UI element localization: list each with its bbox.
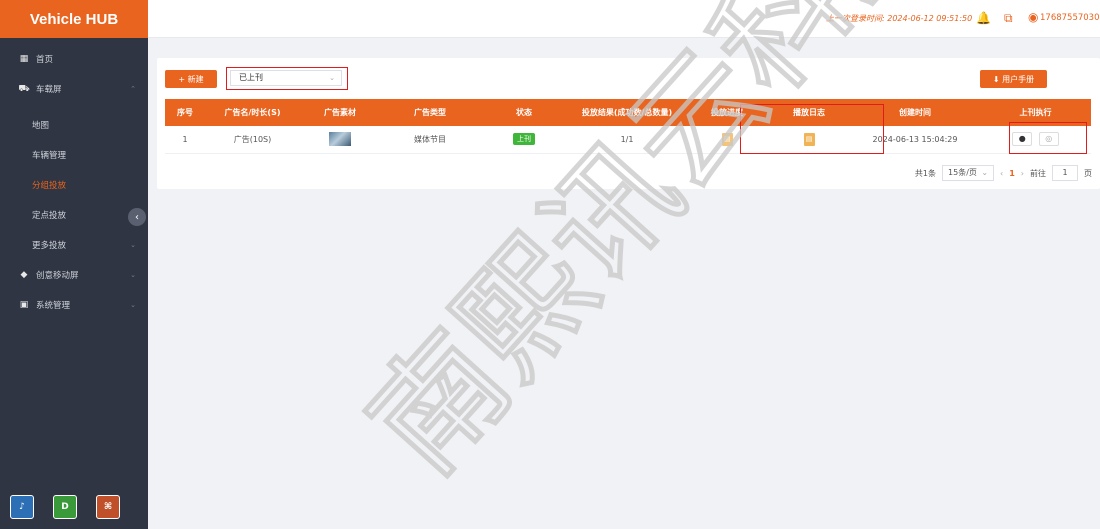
app-icon-1[interactable]: ♪ (10, 495, 34, 519)
status-badge: 上刊 (513, 133, 535, 146)
pagination-total: 共1条 (914, 168, 937, 178)
cell-type: 媒体节目 (380, 126, 480, 154)
current-page[interactable]: 1 (1009, 169, 1015, 178)
col-material: 广告素材 (300, 99, 380, 126)
app-logo[interactable]: Vehicle HUB (0, 0, 148, 38)
user-avatar-icon[interactable]: ◉ (1028, 10, 1038, 24)
user-manual-button[interactable]: ⬇ 用户手册 (980, 70, 1047, 88)
next-page-button[interactable]: › (1021, 169, 1024, 178)
sidebar-item-label: 更多投放 (32, 241, 67, 251)
cell-index: 1 (165, 126, 205, 154)
pagination: 共1条 15条/页 ⌄ ‹ 1 › 前往 1 页 (915, 165, 1092, 181)
sidebar-item-label: 地图 (32, 121, 50, 131)
page-suffix: 页 (1084, 168, 1092, 178)
sidebar-item-group-delivery[interactable]: 分组投放 (0, 170, 148, 200)
car-icon: ⛟ (18, 83, 30, 94)
col-index: 序号 (165, 99, 205, 126)
sidebar-item-label: 创意移动屏 (36, 271, 79, 281)
chevron-down-icon: ⌄ (130, 271, 136, 279)
sidebar-item-more-delivery[interactable]: 更多投放 ⌄ (0, 230, 148, 260)
bottom-app-shortcuts: ♪ D ⌘ (10, 495, 120, 519)
ad-table: 序号 广告名/时长(S) 广告素材 广告类型 状态 投放结果(成功数/总数量) … (165, 99, 1091, 154)
chart-icon[interactable]: ⧉ (1004, 11, 1013, 26)
bell-icon[interactable]: 🔔 (976, 11, 991, 25)
sidebar-item-vehicle-screen[interactable]: ⛟ 车载屏 ⌃ (0, 74, 148, 104)
cell-result: 1/1 (568, 126, 686, 154)
progress-log-highlight (740, 104, 884, 154)
table-header-row: 序号 广告名/时长(S) 广告素材 广告类型 状态 投放结果(成功数/总数量) … (165, 99, 1091, 126)
cell-material (300, 126, 380, 154)
page-size-select[interactable]: 15条/页 ⌄ (942, 165, 995, 181)
sidebar-item-map[interactable]: 地图 (0, 110, 148, 140)
sidebar-nav: ▦ 首页 ⛟ 车载屏 ⌃ 地图 车辆管理 分组投放 定点投放 更多投放 ⌄ ◆ … (0, 38, 148, 320)
sidebar: Vehicle HUB ▦ 首页 ⛟ 车载屏 ⌃ 地图 车辆管理 分组投放 定点… (0, 0, 148, 529)
col-name: 广告名/时长(S) (205, 99, 300, 126)
sidebar-item-label: 车载屏 (36, 85, 62, 95)
chevron-down-icon: ⌄ (130, 301, 136, 309)
action-highlight (1009, 122, 1087, 154)
bag-icon: ◆ (20, 270, 28, 280)
sidebar-item-label: 车辆管理 (32, 151, 67, 161)
status-filter-select[interactable]: 已上刊 ⌄ (230, 70, 342, 86)
sidebar-collapse-button[interactable]: ‹ (128, 208, 146, 226)
ad-thumbnail[interactable] (329, 132, 351, 147)
status-filter-value: 已上刊 (239, 73, 263, 82)
col-type: 广告类型 (380, 99, 480, 126)
status-filter-highlight: 已上刊 ⌄ (226, 67, 348, 90)
sidebar-item-label: 系统管理 (36, 301, 71, 311)
last-login-time: 上一次登录时间: 2024-06-12 09:51:50 (826, 14, 973, 23)
sidebar-item-fixed-point-delivery[interactable]: 定点投放 (0, 200, 148, 230)
progress-icon[interactable]: ▤ (721, 132, 733, 146)
col-result: 投放结果(成功数/总数量) (568, 99, 686, 126)
chevron-down-icon: ⌄ (130, 241, 136, 249)
sidebar-item-label: 首页 (36, 55, 54, 65)
sidebar-item-creative-mobile-screen[interactable]: ◆ 创意移动屏 ⌄ (0, 260, 148, 290)
new-button[interactable]: + 新建 (165, 70, 217, 88)
app-icon-3[interactable]: ⌘ (96, 495, 120, 519)
top-header: 上一次登录时间: 2024-06-12 09:51:50 🔔 ⧉ ◉ 17687… (148, 0, 1100, 38)
col-status: 状态 (480, 99, 568, 126)
chevron-down-icon: ⌄ (329, 74, 335, 82)
sidebar-item-home[interactable]: ▦ 首页 (0, 44, 148, 74)
sidebar-item-label: 分组投放 (32, 181, 67, 191)
cell-name: 广告(10S) (205, 126, 300, 154)
user-account[interactable]: 17687557030 (1040, 13, 1100, 23)
sidebar-item-label: 定点投放 (32, 211, 67, 221)
goto-page-input[interactable]: 1 (1052, 165, 1078, 181)
prev-page-button[interactable]: ‹ (1000, 169, 1003, 178)
sidebar-item-system-management[interactable]: ▣ 系统管理 ⌄ (0, 290, 148, 320)
system-icon: ▣ (19, 300, 29, 310)
table-row: 1 广告(10S) 媒体节目 上刊 1/1 ▤ ▤ 2024-06-13 15:… (165, 126, 1091, 154)
goto-label: 前往 (1030, 168, 1046, 178)
cell-status: 上刊 (480, 126, 568, 154)
app-icon-2[interactable]: D (53, 495, 77, 519)
sidebar-item-vehicle-management[interactable]: 车辆管理 (0, 140, 148, 170)
ad-list-card: + 新建 已上刊 ⌄ ⬇ 用户手册 序号 广告名/时长(S) 广告素材 广告类型… (157, 58, 1100, 189)
chevron-up-icon: ⌃ (130, 85, 136, 93)
dashboard-icon: ▦ (19, 54, 29, 64)
